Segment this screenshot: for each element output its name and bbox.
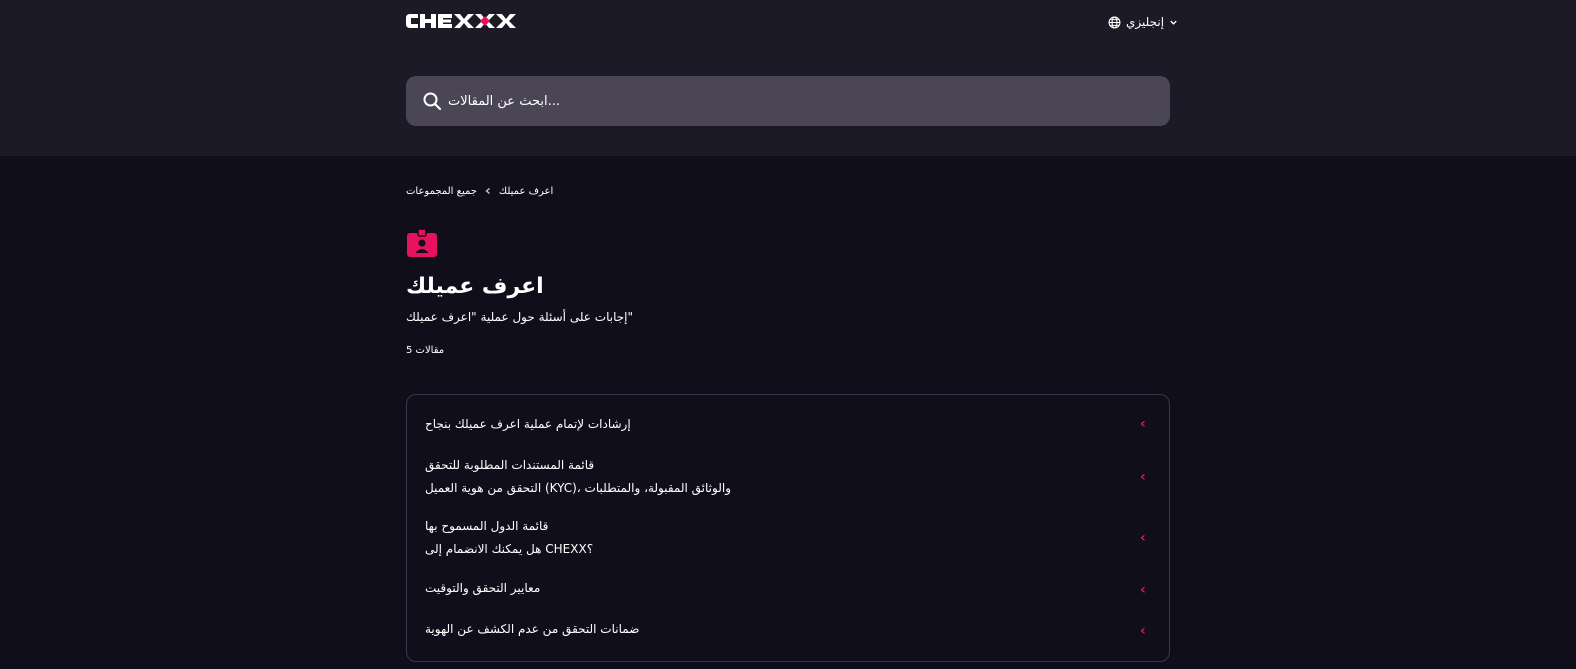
article-title: إرشادات لإتمام عملية اعرف عميلك بنجاح xyxy=(425,417,631,431)
logo-mark xyxy=(406,14,516,28)
article-title: ضمانات التحقق من عدم الكشف عن الهوية xyxy=(425,622,640,636)
search-input[interactable] xyxy=(448,76,1148,126)
chevron-left-icon: ‹ xyxy=(1140,623,1146,639)
chevron-left-icon: ‹ xyxy=(1140,530,1146,546)
chevron-down-icon xyxy=(1170,20,1177,25)
language-label: إنجليزي xyxy=(1126,15,1165,29)
chevron-left-icon: ‹ xyxy=(1140,416,1146,432)
id-badge-icon xyxy=(407,228,437,257)
article-item-criteria[interactable]: معايير التحقق والتوقيت ‹ xyxy=(407,573,1169,613)
search-icon[interactable] xyxy=(422,91,442,111)
page-title: اعرف عميلك xyxy=(406,274,544,299)
chexx-logo[interactable] xyxy=(406,12,521,30)
breadcrumb-current: اعرف عميلك xyxy=(498,185,554,197)
article-description: هل يمكنك الانضمام إلى CHEXX؟ xyxy=(425,542,594,556)
site-header: إنجليزي xyxy=(0,0,1576,156)
article-title: معايير التحقق والتوقيت xyxy=(425,581,541,595)
language-selector[interactable]: إنجليزي xyxy=(1108,12,1178,32)
breadcrumb: جميع المجموعات اعرف عميلك xyxy=(406,184,553,198)
article-item-documents[interactable]: قائمة المستندات المطلوبة للتحقق التحقق م… xyxy=(407,447,1169,515)
article-list: إرشادات لإتمام عملية اعرف عميلك بنجاح ‹ … xyxy=(406,394,1170,662)
article-item-anonymity[interactable]: ضمانات التحقق من عدم الكشف عن الهوية ‹ xyxy=(407,615,1169,655)
article-title: قائمة الدول المسموح بها xyxy=(425,519,549,533)
article-item-countries[interactable]: قائمة الدول المسموح بها هل يمكنك الانضما… xyxy=(407,510,1169,572)
chevron-left-icon xyxy=(485,188,490,194)
chevron-left-icon: ‹ xyxy=(1140,582,1146,598)
article-count: 5 مقالات xyxy=(406,345,445,356)
chevron-left-icon: ‹ xyxy=(1140,469,1146,485)
article-description: التحقق من هوية العميل (KYC)، والوثائق ال… xyxy=(425,481,732,495)
globe-icon xyxy=(1108,16,1121,28)
search-bar[interactable] xyxy=(406,76,1170,126)
article-title: قائمة المستندات المطلوبة للتحقق xyxy=(425,458,595,472)
page-subtitle: إجابات على أسئلة حول عملية "اعرف عميلك" xyxy=(406,310,634,324)
breadcrumb-all-collections[interactable]: جميع المجموعات xyxy=(406,186,477,197)
